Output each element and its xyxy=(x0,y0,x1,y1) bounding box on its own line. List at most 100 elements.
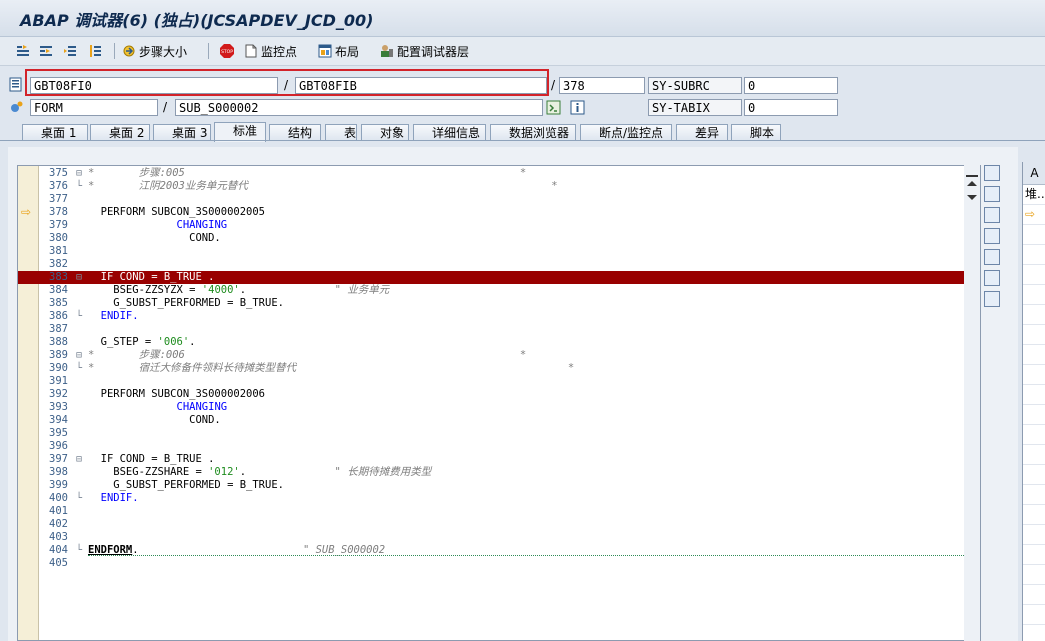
stack-pane-row xyxy=(1023,445,1045,465)
single-step-button[interactable] xyxy=(16,42,30,60)
stop-button[interactable]: STOP xyxy=(220,42,234,60)
maximize-icon[interactable] xyxy=(984,165,1000,181)
tab-10[interactable]: 断点/监控点 xyxy=(580,124,672,141)
code-line[interactable]: 390 └ * 宿迁大修备件领料长待摊类型替代 * xyxy=(18,362,968,375)
stack-pane-row xyxy=(1023,585,1045,605)
code-line[interactable]: 399 G_SUBST_PERFORMED = B_TRUE. xyxy=(18,479,968,492)
code-line[interactable]: 377 xyxy=(18,193,968,206)
code-line[interactable]: 396 xyxy=(18,440,968,453)
code-line[interactable]: 388 G_STEP = '006'. xyxy=(18,336,968,349)
info-icon[interactable] xyxy=(570,100,585,115)
code-line[interactable]: 380 COND. xyxy=(18,232,968,245)
code-line[interactable]: 387 xyxy=(18,323,968,336)
code-line[interactable]: 386 └ ENDIF. xyxy=(18,310,968,323)
code-line[interactable]: 378 PERFORM SUBCON_3S000002005 xyxy=(18,206,968,219)
line-number-field[interactable]: 378 xyxy=(559,77,645,94)
tab-12[interactable]: 脚本 xyxy=(731,124,781,141)
tab-7[interactable]: 对象 xyxy=(361,124,409,141)
code-line[interactable]: 401 xyxy=(18,505,968,518)
execute-step-button[interactable] xyxy=(39,42,53,60)
code-line[interactable]: 395 xyxy=(18,427,968,440)
code-token: . xyxy=(239,284,335,296)
configure-layer-button[interactable]: 配置调试器层 xyxy=(380,42,469,60)
step-size-label: 步骤大小 xyxy=(139,44,188,59)
scroll-up-icon[interactable] xyxy=(967,181,977,186)
event-type-field[interactable]: FORM xyxy=(30,99,158,116)
display-source-icon[interactable] xyxy=(546,100,561,115)
sysfield-value-1[interactable]: 0 xyxy=(744,77,838,94)
settings-icon[interactable] xyxy=(984,291,1000,307)
code-line[interactable]: 383 ⊟ IF COND = B_TRUE . xyxy=(18,271,968,284)
code-token: BSEG-ZZSHARE = xyxy=(88,466,209,478)
line-number: 385 xyxy=(49,297,68,309)
current-frame-arrow-icon: ⇨ xyxy=(1025,207,1036,221)
separator-slash: / xyxy=(163,100,168,114)
fold-marker-icon[interactable]: ⊟ xyxy=(76,453,86,466)
layout-button[interactable]: 布局 xyxy=(318,42,359,60)
tab-5[interactable]: 结构 xyxy=(269,124,321,141)
sysfield-name-2[interactable]: SY-TABIX xyxy=(648,99,742,116)
tab-2[interactable]: 桌面 2 xyxy=(90,124,150,141)
services-icon[interactable] xyxy=(984,270,1000,286)
code-line[interactable]: 389 ⊟ * 步骤:006 * xyxy=(18,349,968,362)
code-line[interactable]: 403 xyxy=(18,531,968,544)
layout-icon xyxy=(318,44,332,58)
tab-3[interactable]: 桌面 3 xyxy=(153,124,211,141)
tab-4[interactable]: 标准 xyxy=(214,122,266,142)
code-line[interactable]: 382 xyxy=(18,258,968,271)
code-line[interactable]: 392 PERFORM SUBCON_3S000002006 xyxy=(18,388,968,401)
stack-pane-row[interactable]: 堆... xyxy=(1023,185,1045,205)
fold-marker-icon[interactable]: ⊟ xyxy=(76,349,86,362)
stack-pane-row-arrow[interactable]: ⇨ xyxy=(1023,205,1045,225)
new-tool-icon[interactable] xyxy=(984,186,1000,202)
full-screen-icon[interactable] xyxy=(984,228,1000,244)
scroll-top-bar xyxy=(966,175,978,177)
code-line[interactable]: 398 BSEG-ZZSHARE = '012'. " 长期待摊费用类型 xyxy=(18,466,968,479)
code-line[interactable]: 381 xyxy=(18,245,968,258)
event-name-field[interactable]: SUB_S000002 xyxy=(175,99,543,116)
sysfield-value-2[interactable]: 0 xyxy=(744,99,838,116)
source-code-icon xyxy=(9,77,22,92)
continue-button[interactable] xyxy=(88,42,102,60)
code-line[interactable]: 394 COND. xyxy=(18,414,968,427)
code-line[interactable]: 393 CHANGING xyxy=(18,401,968,414)
step-size-button[interactable]: 步骤大小 xyxy=(122,42,187,60)
tab-11[interactable]: 差异 xyxy=(676,124,728,141)
code-line[interactable]: 397 ⊟ IF COND = B_TRUE . xyxy=(18,453,968,466)
code-line[interactable]: 402 xyxy=(18,518,968,531)
replace-tool-icon[interactable] xyxy=(984,207,1000,223)
code-token: . xyxy=(189,336,196,348)
code-line[interactable]: 384 BSEG-ZZSYZX = '4000'. " 业务单元 xyxy=(18,284,968,297)
line-number: 390 xyxy=(49,362,68,374)
watchpoint-button[interactable]: 监控点 xyxy=(244,42,297,60)
scroll-down-icon[interactable] xyxy=(967,195,977,200)
sysfield-name-1[interactable]: SY-SUBRC xyxy=(648,77,742,94)
configure-layer-label: 配置调试器层 xyxy=(397,44,470,59)
tab-1[interactable]: 桌面 1 xyxy=(22,124,88,141)
code-line[interactable]: 385 G_SUBST_PERFORMED = B_TRUE. xyxy=(18,297,968,310)
code-line[interactable]: 379 CHANGING xyxy=(18,219,968,232)
code-line[interactable]: 400 └ ENDIF. xyxy=(18,492,968,505)
tool-side-icons xyxy=(984,165,1004,312)
line-number: 387 xyxy=(49,323,68,335)
code-line[interactable]: 375 ⊟ * 步骤:005 * xyxy=(18,167,968,180)
fold-marker-icon[interactable]: ⊟ xyxy=(76,167,86,180)
line-number: 397 xyxy=(49,453,68,465)
editor-scrollbar[interactable] xyxy=(964,165,980,641)
code-line[interactable]: 405 xyxy=(18,557,968,570)
code-line[interactable]: 391 xyxy=(18,375,968,388)
return-button[interactable] xyxy=(63,42,77,60)
line-number: 393 xyxy=(49,401,68,413)
tab-6[interactable]: 表 xyxy=(325,124,357,141)
stack-pane-header[interactable]: A xyxy=(1023,162,1045,185)
line-number: 375 xyxy=(49,167,68,179)
code-line[interactable]: 376 └ * 江阴2003业务单元替代 * xyxy=(18,180,968,193)
code-text: * 宿迁大修备件领料长待摊类型替代 * xyxy=(88,362,574,375)
tab-9[interactable]: 数据浏览器 xyxy=(490,124,576,141)
stack-pane-row xyxy=(1023,345,1045,365)
source-code-editor[interactable]: ⇨ 375 ⊟ * 步骤:005 * 376 └ * 江阴2003业务单元替代 * 377 3… xyxy=(17,165,981,641)
line-number: 380 xyxy=(49,232,68,244)
tab-8[interactable]: 详细信息 xyxy=(413,124,486,141)
fold-marker-icon[interactable]: ⊟ xyxy=(76,271,86,284)
swap-icon[interactable] xyxy=(984,249,1000,265)
